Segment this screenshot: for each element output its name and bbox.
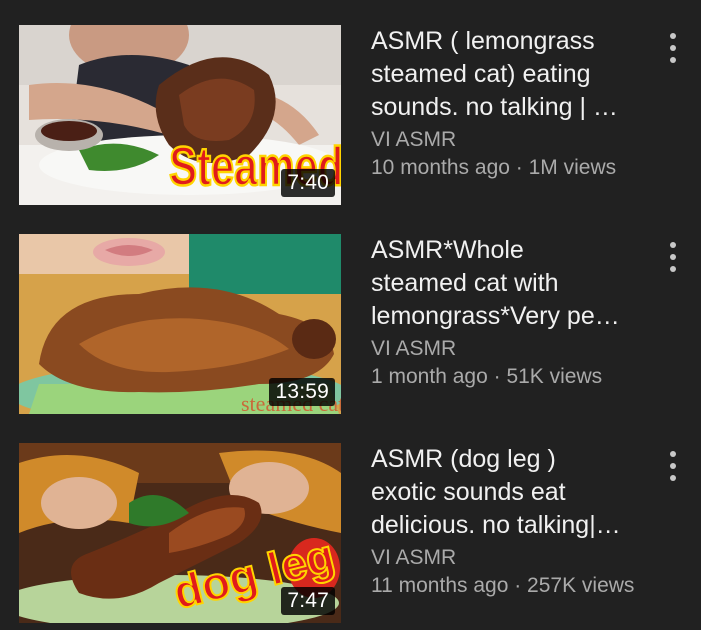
video-thumbnail[interactable]: dog leg 7:47	[19, 443, 341, 623]
upload-age: 11 months ago	[371, 574, 509, 597]
video-title-line: delicious. no talking|…	[371, 511, 621, 539]
view-count: 1M views	[528, 156, 617, 179]
video-title-line: steamed cat with	[371, 269, 559, 297]
video-title-line: ASMR*Whole	[371, 236, 524, 264]
more-vert-icon[interactable]	[661, 31, 685, 65]
stats-separator: ·	[508, 574, 528, 597]
video-stats: 1 month ago · 51K views	[371, 363, 641, 391]
video-title[interactable]: ASMR*Whole steamed cat with lemongrass*V…	[371, 234, 641, 333]
view-count: 257K views	[527, 574, 635, 597]
more-vert-icon[interactable]	[661, 449, 685, 483]
channel-name[interactable]: VI ASMR	[371, 544, 641, 572]
video-title-line: ASMR ( lemongrass	[371, 27, 595, 55]
video-meta: ASMR*Whole steamed cat with lemongrass*V…	[371, 234, 641, 391]
video-title-line: lemongrass*Very pe…	[371, 302, 620, 330]
video-title-line: sounds. no talking | …	[371, 93, 618, 121]
upload-age: 1 month ago	[371, 365, 488, 388]
video-title-line: exotic sounds eat	[371, 478, 566, 506]
stats-separator: ·	[509, 156, 529, 179]
video-item[interactable]: steamed cat 13:59 ASMR*Whole steamed cat…	[0, 234, 701, 414]
view-count: 51K views	[506, 365, 603, 388]
stats-separator: ·	[487, 365, 507, 388]
video-item[interactable]: Steamed cat 7:40 ASMR ( lemongrass steam…	[0, 25, 701, 205]
video-thumbnail[interactable]: steamed cat 13:59	[19, 234, 341, 414]
channel-name[interactable]: VI ASMR	[371, 335, 641, 363]
video-thumbnail[interactable]: Steamed cat 7:40	[19, 25, 341, 205]
upload-age: 10 months ago	[371, 156, 510, 179]
duration-badge: 7:40	[281, 169, 335, 197]
duration-badge: 13:59	[269, 378, 335, 406]
video-title-line: steamed cat) eating	[371, 60, 591, 88]
more-vert-icon[interactable]	[661, 240, 685, 274]
video-stats: 11 months ago · 257K views	[371, 572, 641, 600]
channel-name[interactable]: VI ASMR	[371, 126, 641, 154]
video-item[interactable]: dog leg 7:47 ASMR (dog leg ) exotic soun…	[0, 443, 701, 623]
duration-badge: 7:47	[281, 587, 335, 615]
video-stats: 10 months ago · 1M views	[371, 154, 641, 182]
video-title-line: ASMR (dog leg )	[371, 445, 556, 473]
video-title[interactable]: ASMR ( lemongrass steamed cat) eating so…	[371, 25, 641, 124]
video-title[interactable]: ASMR (dog leg ) exotic sounds eat delici…	[371, 443, 641, 542]
video-meta: ASMR (dog leg ) exotic sounds eat delici…	[371, 443, 641, 600]
video-meta: ASMR ( lemongrass steamed cat) eating so…	[371, 25, 641, 182]
